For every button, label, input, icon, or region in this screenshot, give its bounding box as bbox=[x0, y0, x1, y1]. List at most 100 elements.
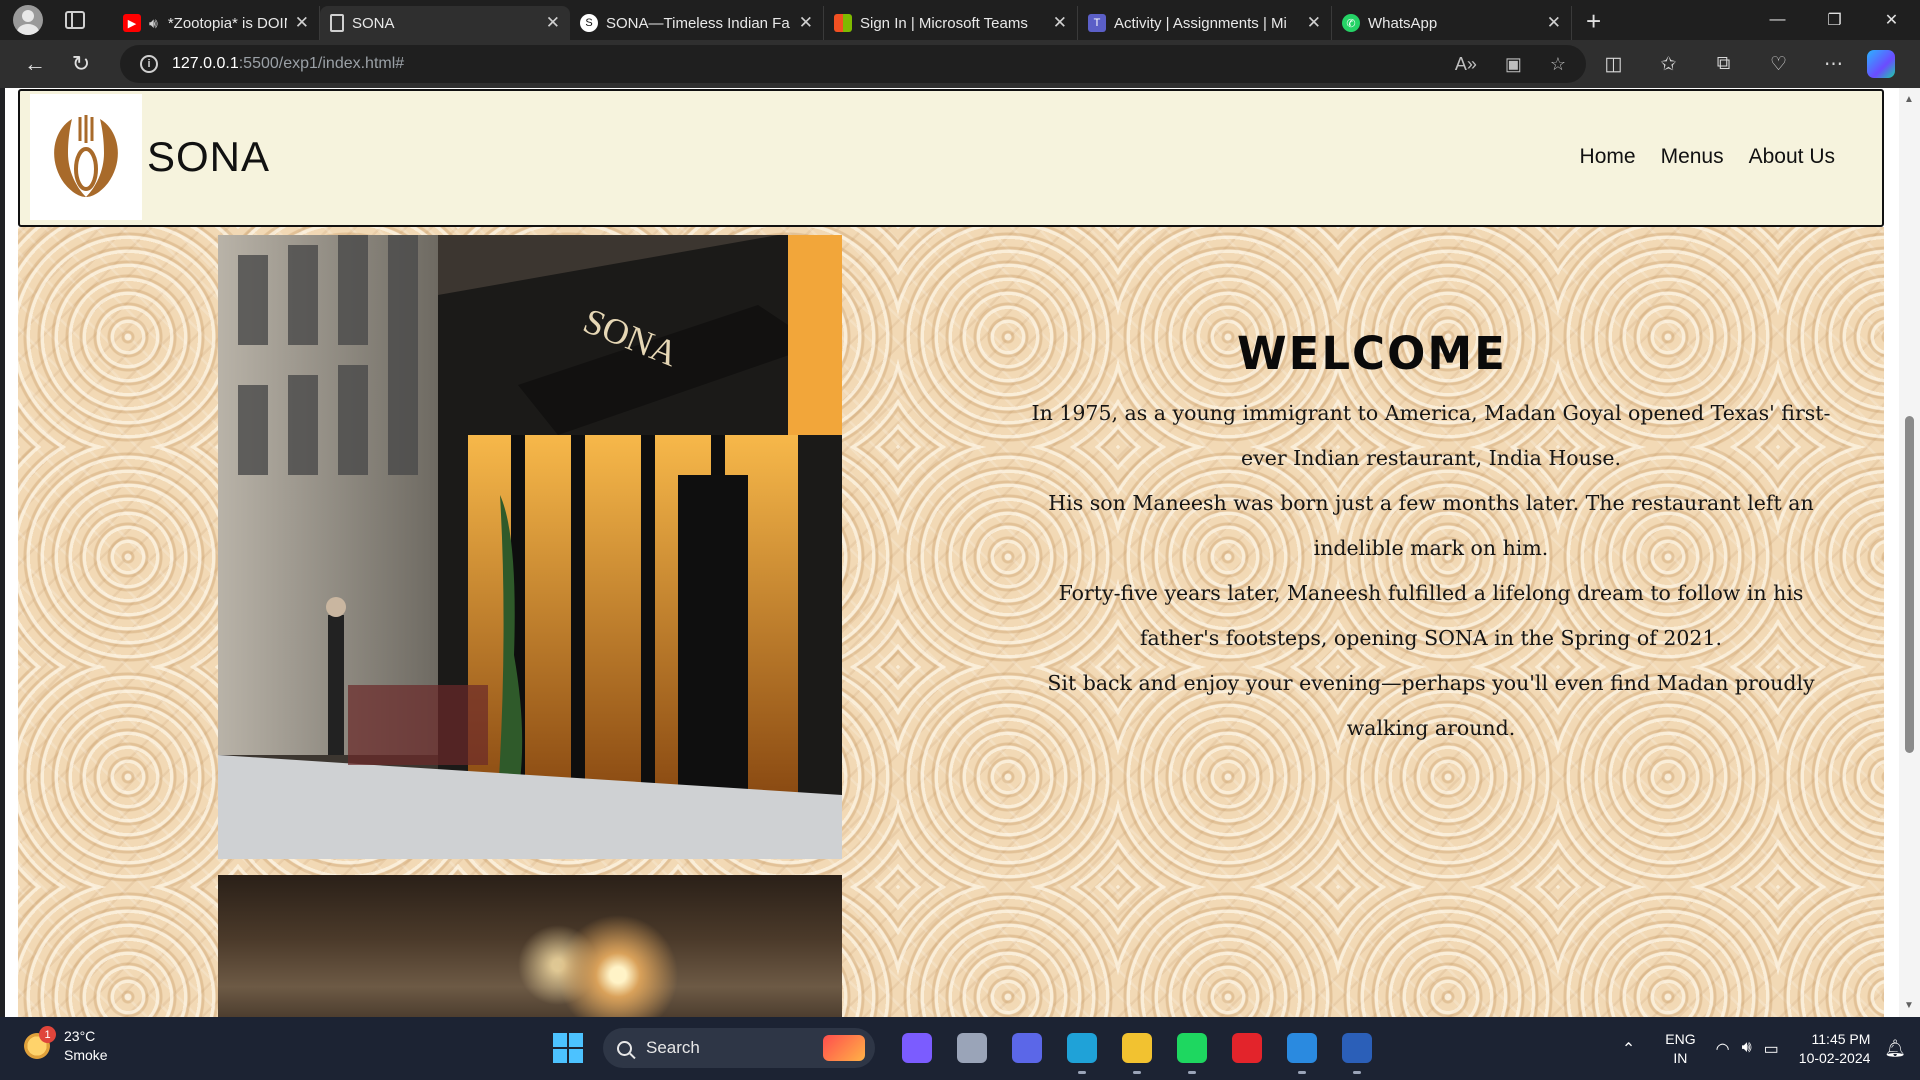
task-view-icon bbox=[957, 1033, 987, 1063]
main-nav: Home Menus About Us bbox=[1580, 145, 1835, 169]
close-tab-icon[interactable]: ✕ bbox=[1547, 13, 1561, 33]
new-tab-button[interactable]: + bbox=[1586, 6, 1601, 37]
copilot-icon[interactable] bbox=[1867, 50, 1895, 78]
close-window-icon[interactable]: ✕ bbox=[1863, 0, 1920, 40]
microsoft-icon bbox=[834, 14, 852, 32]
close-tab-icon[interactable]: ✕ bbox=[1307, 13, 1321, 33]
file-explorer-icon bbox=[1122, 1033, 1152, 1063]
clock[interactable]: 11:45 PM 10-02-2024 bbox=[1799, 1030, 1871, 1068]
minimize-icon[interactable]: — bbox=[1749, 0, 1806, 40]
taskbar-apps: Search bbox=[553, 1026, 1379, 1074]
window-controls: — ❐ ✕ bbox=[1749, 0, 1920, 40]
weather-condition: Smoke bbox=[64, 1047, 108, 1063]
youtube-icon: ▶ bbox=[123, 14, 141, 32]
system-tray: ⌃ ENG IN ◠ 🔊︎ ▭ 11:45 PM 10-02-2024 🔔︎ bbox=[1622, 1017, 1920, 1080]
restore-icon[interactable]: ❐ bbox=[1806, 0, 1863, 40]
battery-icon: ▭ bbox=[1763, 1040, 1779, 1058]
tab-teams-signin[interactable]: Sign In | Microsoft Teams ✕ bbox=[824, 6, 1078, 40]
weather-sun-icon: 1 bbox=[22, 1026, 56, 1061]
scroll-down-icon[interactable]: ▼ bbox=[1904, 1000, 1914, 1011]
site-info-icon[interactable]: i bbox=[140, 55, 158, 73]
profile-avatar[interactable] bbox=[13, 5, 43, 35]
speaker-icon[interactable]: 🔊︎ bbox=[149, 15, 158, 32]
welcome-story: In 1975, as a young immigrant to America… bbox=[1018, 391, 1844, 751]
more-menu-icon[interactable]: ⋯ bbox=[1806, 53, 1861, 76]
scrollbar-thumb[interactable] bbox=[1905, 416, 1914, 753]
page-scrollbar[interactable]: ▲ ▼ bbox=[1899, 88, 1920, 1017]
edge-icon bbox=[1067, 1033, 1097, 1063]
file-explorer-app[interactable] bbox=[1115, 1026, 1159, 1074]
copilot-app[interactable] bbox=[895, 1026, 939, 1070]
story-paragraph: Sit back and enjoy your evening—perhaps … bbox=[1047, 671, 1815, 740]
tab-youtube[interactable]: ▶ 🔊︎ *Zootopia* is DOING ✕ bbox=[113, 6, 320, 40]
back-icon[interactable]: ← bbox=[14, 51, 56, 77]
quick-settings[interactable]: ◠ 🔊︎ ▭ bbox=[1716, 1039, 1779, 1059]
notification-badge: 1 bbox=[39, 1026, 56, 1043]
vscode-icon bbox=[1287, 1033, 1317, 1063]
running-indicator bbox=[1298, 1071, 1306, 1074]
volume-icon: 🔊︎ bbox=[1741, 1038, 1752, 1056]
address-bar[interactable]: i 127.0.0.1:5500/exp1/index.html# A» ▣ ☆ bbox=[120, 45, 1586, 83]
weather-temp: 23°C bbox=[64, 1028, 96, 1044]
tab-sona-active[interactable]: SONA ✕ bbox=[320, 6, 570, 40]
scroll-up-icon[interactable]: ▲ bbox=[1904, 94, 1914, 105]
dining-room-photo bbox=[218, 875, 842, 1017]
tab-teams-activity[interactable]: T Activity | Assignments | Mi ✕ bbox=[1078, 6, 1332, 40]
windows-taskbar: 1 23°C Smoke Search ⌃ ENG IN ◠ 🔊︎ ▭ 11:4… bbox=[0, 1017, 1920, 1080]
favorite-star-icon[interactable]: ☆ bbox=[1550, 54, 1566, 75]
nav-menus[interactable]: Menus bbox=[1661, 145, 1724, 169]
favorites-icon[interactable]: ✩ bbox=[1641, 53, 1696, 76]
copilot-icon bbox=[902, 1033, 932, 1063]
sona-icon: S bbox=[580, 14, 598, 32]
search-label: Search bbox=[646, 1038, 700, 1057]
page-viewport: SONA Home Menus About Us SONA WELCOME In… bbox=[5, 88, 1899, 1017]
restaurant-storefront-photo: SONA bbox=[218, 235, 842, 859]
split-screen-icon[interactable]: ◫ bbox=[1586, 53, 1641, 76]
brand-name: SONA bbox=[147, 133, 271, 180]
address-toolbar: ← ↻ i 127.0.0.1:5500/exp1/index.html# A»… bbox=[0, 40, 1920, 88]
pinned-apps bbox=[895, 1026, 1379, 1074]
notifications-icon[interactable]: 🔔︎ bbox=[1884, 1039, 1906, 1059]
close-tab-icon[interactable]: ✕ bbox=[546, 13, 560, 33]
meet-app[interactable] bbox=[1005, 1026, 1049, 1070]
tab-sona-site[interactable]: S SONA—Timeless Indian Fa ✕ bbox=[570, 6, 824, 40]
tab-actions-icon[interactable] bbox=[65, 11, 85, 29]
immersive-reader-icon[interactable]: ▣ bbox=[1505, 54, 1522, 75]
search-icon bbox=[617, 1040, 632, 1056]
story-paragraph: Forty-five years later, Maneesh fulfille… bbox=[1058, 581, 1804, 650]
spotify-icon bbox=[1177, 1033, 1207, 1063]
close-tab-icon[interactable]: ✕ bbox=[295, 13, 309, 33]
close-tab-icon[interactable]: ✕ bbox=[1053, 13, 1067, 33]
weather-widget[interactable]: 1 23°C Smoke bbox=[22, 1026, 108, 1065]
tab-whatsapp[interactable]: ✆ WhatsApp ✕ bbox=[1332, 6, 1572, 40]
edge-app[interactable] bbox=[1060, 1026, 1104, 1074]
browser-tab-bar: ▶ 🔊︎ *Zootopia* is DOING ✕ SONA ✕ S SONA… bbox=[0, 0, 1920, 40]
nav-home[interactable]: Home bbox=[1580, 145, 1636, 169]
word-app[interactable] bbox=[1335, 1026, 1379, 1074]
running-indicator bbox=[1133, 1071, 1141, 1074]
spotify-app[interactable] bbox=[1170, 1026, 1214, 1074]
nav-about-us[interactable]: About Us bbox=[1749, 145, 1835, 169]
show-hidden-icons-icon[interactable]: ⌃ bbox=[1622, 1039, 1635, 1059]
taskbar-search[interactable]: Search bbox=[603, 1028, 875, 1068]
read-aloud-icon[interactable]: A» bbox=[1455, 54, 1477, 75]
running-indicator bbox=[1078, 1071, 1086, 1074]
whatsapp-icon: ✆ bbox=[1342, 14, 1360, 32]
page-icon bbox=[330, 14, 344, 32]
language-indicator[interactable]: ENG IN bbox=[1665, 1030, 1695, 1068]
windows-start-icon[interactable] bbox=[553, 1033, 583, 1063]
fork-spoon-logo-icon bbox=[54, 115, 118, 197]
site-logo[interactable] bbox=[30, 94, 142, 220]
opera-app[interactable] bbox=[1225, 1026, 1269, 1070]
browser-essentials-icon[interactable]: ♡ bbox=[1751, 53, 1806, 76]
vscode-app[interactable] bbox=[1280, 1026, 1324, 1074]
task-view-app[interactable] bbox=[950, 1026, 994, 1070]
close-tab-icon[interactable]: ✕ bbox=[799, 13, 813, 33]
refresh-icon[interactable]: ↻ bbox=[60, 51, 102, 77]
running-indicator bbox=[1353, 1071, 1361, 1074]
meet-icon bbox=[1012, 1033, 1042, 1063]
opera-icon bbox=[1232, 1033, 1262, 1063]
welcome-heading: WELCOME bbox=[1237, 327, 1507, 380]
collections-icon[interactable]: ⧉ bbox=[1696, 53, 1751, 75]
teams-icon: T bbox=[1088, 14, 1106, 32]
